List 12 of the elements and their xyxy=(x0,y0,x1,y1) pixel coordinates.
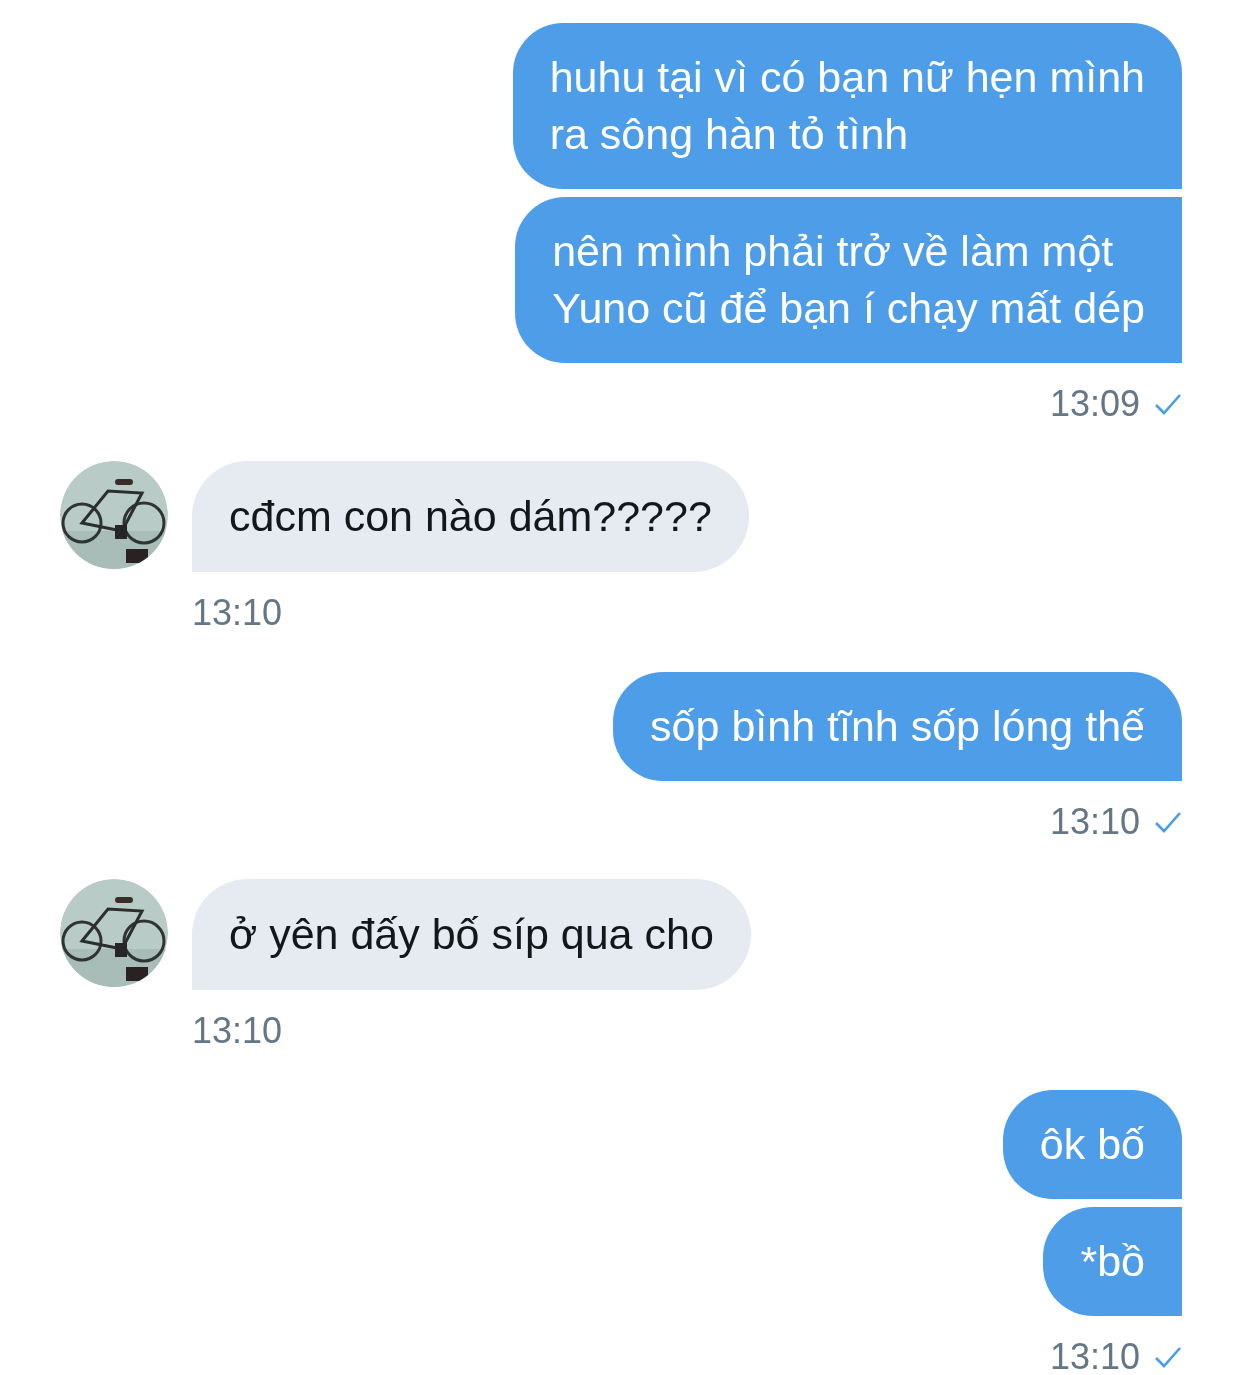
message-bubble: *bồ xyxy=(1043,1207,1182,1316)
message-bubble: sốp bình tĩnh sốp lóng thế xyxy=(613,672,1182,781)
message-bubble: cđcm con nào dám????? xyxy=(192,461,749,572)
message-time: 13:10 xyxy=(192,1009,283,1053)
message-time: 13:10 xyxy=(1049,800,1140,844)
message-bubble: huhu tại vì có bạn nữ hẹn mình ra sông hàn tỏ tình xyxy=(512,23,1182,189)
message-bubble: ở yên đấy bố síp qua cho xyxy=(192,879,751,990)
message-time: 13:09 xyxy=(1049,382,1140,426)
message-bubble: ôk bố xyxy=(1002,1090,1182,1199)
message-bubble: nên mình phải trở về làm một Yuno cũ để bạn í chạy mất dép xyxy=(515,197,1182,363)
message-time: 13:10 xyxy=(192,591,283,635)
message-time: 13:10 xyxy=(1049,1335,1140,1375)
